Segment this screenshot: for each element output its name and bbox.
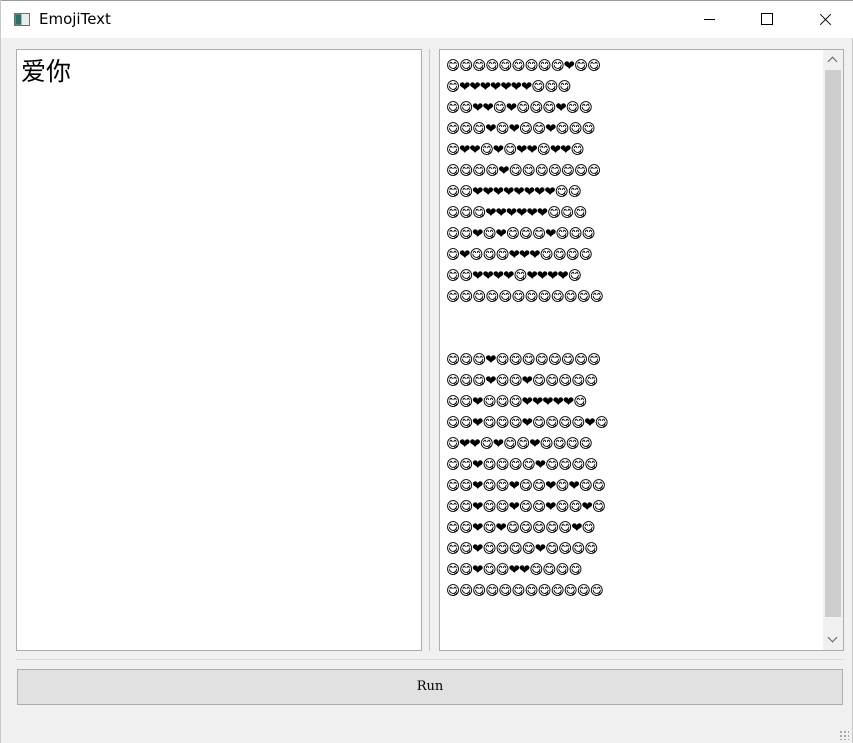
output-emoji-text: 😋😋😋😋😋😋😋😋😋❤😋😋 😋❤❤❤❤❤❤❤😋😋😋 😋😋❤❤😋❤😋😋😋❤😋😋 😋😋… (446, 58, 609, 599)
title-bar[interactable]: EmojiText (1, 0, 853, 38)
output-text-area[interactable]: 😋😋😋😋😋😋😋😋😋❤😋😋 😋❤❤❤❤❤❤❤😋😋😋 😋😋❤❤😋❤😋😋😋❤😋😋 😋😋… (439, 49, 844, 651)
input-text: 爱你 (21, 57, 72, 86)
scroll-up-arrow-icon[interactable] (823, 50, 843, 70)
app-window: EmojiText 爱你 😋😋😋😋😋😋😋😋😋❤😋😋 😋❤❤❤❤❤❤❤😋😋😋 😋😋… (0, 0, 853, 743)
app-window-icon (14, 13, 30, 26)
resize-grip-icon[interactable] (839, 730, 849, 740)
maximize-button[interactable] (738, 1, 796, 38)
divider (16, 659, 844, 660)
main-content: 爱你 😋😋😋😋😋😋😋😋😋❤😋😋 😋❤❤❤❤❤❤❤😋😋😋 😋😋❤❤😋❤😋😋😋❤😋😋… (1, 38, 852, 743)
run-button[interactable]: Run (17, 669, 843, 705)
window-title: EmojiText (39, 10, 111, 28)
close-button[interactable] (796, 1, 853, 38)
minimize-button[interactable] (680, 1, 738, 38)
input-text-area[interactable]: 爱你 (16, 49, 422, 651)
output-scrollbar[interactable] (823, 50, 843, 650)
scrollbar-thumb[interactable] (825, 70, 841, 617)
pane-splitter[interactable] (429, 49, 430, 651)
scroll-down-arrow-icon[interactable] (823, 630, 843, 650)
